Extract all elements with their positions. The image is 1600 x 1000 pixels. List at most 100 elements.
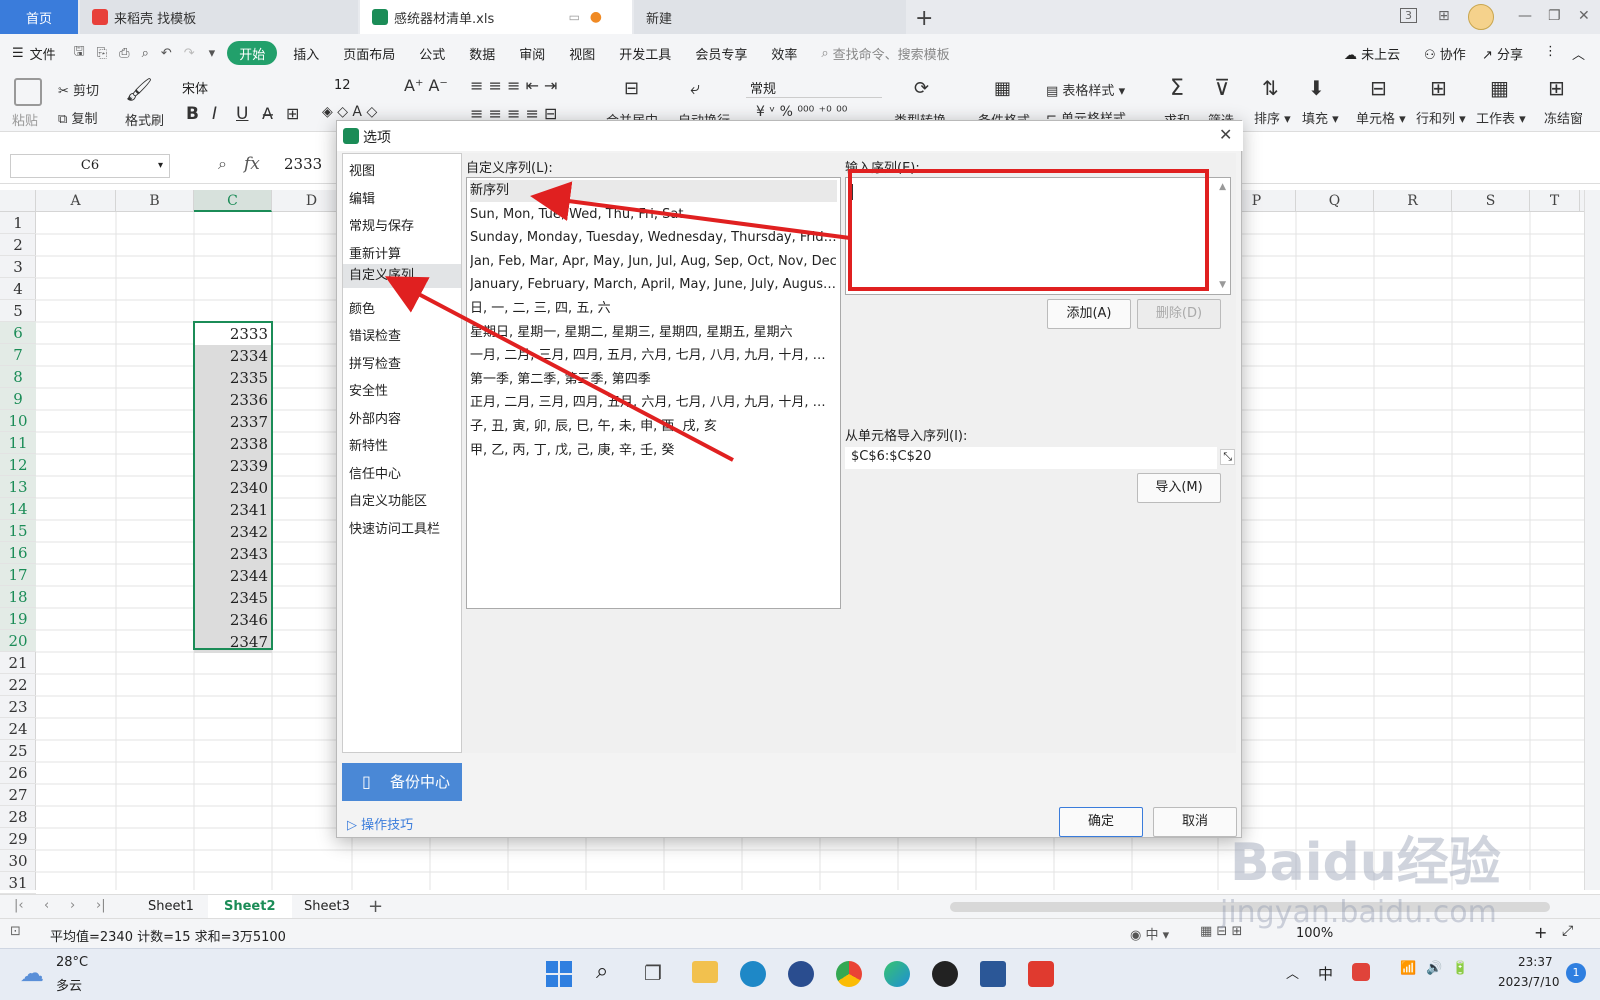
sort-button[interactable]: 排序 ▾ — [1254, 108, 1291, 127]
row-header[interactable]: 11 — [0, 432, 36, 454]
tab-docer-templates[interactable]: 来稻壳 找模板 — [80, 0, 358, 34]
row-header[interactable]: 12 — [0, 454, 36, 476]
column-header-t[interactable]: T — [1530, 190, 1580, 212]
menu-efficiency[interactable]: 效率 — [759, 34, 809, 72]
list-item[interactable]: 子, 丑, 寅, 卯, 辰, 巳, 午, 未, 申, 酉, 戌, 亥 — [470, 416, 837, 438]
column-header-r[interactable]: R — [1374, 190, 1452, 212]
cloud-status[interactable]: ☁ 未上云 — [1344, 44, 1400, 63]
options-nav-item[interactable]: 常规与保存 — [349, 215, 414, 234]
fx-icon[interactable]: fx — [244, 154, 260, 174]
row-header[interactable]: 2 — [0, 234, 36, 256]
menu-file[interactable]: ☰ 文件 — [0, 34, 68, 72]
more-icon[interactable]: ⋮ — [1544, 44, 1557, 59]
options-nav-item[interactable]: 重新计算 — [349, 243, 401, 262]
list-item[interactable]: 正月, 二月, 三月, 四月, 五月, 六月, 七月, 八月, 九月, 十月, … — [470, 392, 837, 414]
grow-font-icon[interactable]: A⁺ A⁻ — [404, 76, 448, 95]
fill-icon[interactable]: ⬇ — [1308, 76, 1325, 100]
row-header[interactable]: 5 — [0, 300, 36, 322]
border-icon[interactable]: ⊞ — [286, 104, 299, 123]
row-header[interactable]: 9 — [0, 388, 36, 410]
sheet-nav-next-icon[interactable]: › — [70, 898, 75, 913]
collab-button[interactable]: ⚇ 协作 — [1424, 44, 1466, 63]
chrome-icon[interactable] — [836, 961, 862, 987]
options-nav-item[interactable]: 拼写检查 — [349, 353, 401, 372]
font-select[interactable]: 宋体 — [178, 76, 328, 98]
menu-page-layout[interactable]: 页面布局 — [331, 34, 407, 72]
paste-icon[interactable] — [14, 78, 42, 106]
avatar[interactable] — [1468, 4, 1494, 30]
tips-link[interactable]: ▷ 操作技巧 — [347, 814, 413, 833]
row-header[interactable]: 10 — [0, 410, 36, 432]
options-nav-item[interactable]: 错误检查 — [349, 325, 401, 344]
wifi-icon[interactable]: 📶 — [1400, 961, 1416, 976]
sheet-tab-2[interactable]: Sheet2 — [208, 895, 292, 919]
add-sheet-icon[interactable]: + — [368, 896, 383, 917]
row-header[interactable]: 3 — [0, 256, 36, 278]
list-item[interactable]: January, February, March, April, May, Ju… — [470, 274, 837, 296]
row-header[interactable]: 26 — [0, 762, 36, 784]
search-icon[interactable]: ⌕ — [596, 959, 608, 984]
menu-home[interactable]: 开始 — [227, 41, 278, 65]
import-range-field[interactable]: $C$6:$C$20 ⤡ — [845, 447, 1235, 469]
weather-cloud-icon[interactable]: ☁ — [20, 959, 44, 987]
menu-view[interactable]: 视图 — [557, 34, 607, 72]
eye-protection-icon[interactable]: ◉ 中 ▾ — [1130, 924, 1169, 943]
restore-icon[interactable]: ❐ — [1548, 8, 1561, 24]
options-nav-item[interactable]: 安全性 — [349, 380, 388, 399]
save-icon[interactable]: 🖫 — [74, 42, 85, 64]
row-header[interactable]: 19 — [0, 608, 36, 630]
wrap-icon[interactable]: ⤶ — [690, 78, 700, 99]
wps-icon[interactable] — [1028, 961, 1054, 987]
row-header[interactable]: 23 — [0, 696, 36, 718]
row-header[interactable]: 29 — [0, 828, 36, 850]
freeze-icon[interactable]: ⊞ — [1548, 76, 1565, 100]
row-header[interactable]: 30 — [0, 850, 36, 872]
row-header[interactable]: 28 — [0, 806, 36, 828]
options-nav-item[interactable]: 颜色 — [349, 298, 375, 317]
menu-data[interactable]: 数据 — [457, 34, 507, 72]
filter-icon[interactable]: ⊽ — [1214, 76, 1230, 101]
row-header[interactable]: 17 — [0, 564, 36, 586]
row-header[interactable]: 18 — [0, 586, 36, 608]
italic-icon[interactable]: I — [212, 104, 217, 124]
row-header[interactable]: 24 — [0, 718, 36, 740]
import-button[interactable]: 导入(M) — [1137, 473, 1221, 503]
table-style-button[interactable]: ▤ 表格样式 ▾ — [1046, 80, 1125, 99]
list-item[interactable]: 第一季, 第二季, 第三季, 第四季 — [470, 369, 837, 391]
menu-insert[interactable]: 插入 — [281, 34, 331, 72]
options-nav-item[interactable]: 编辑 — [349, 188, 375, 207]
qq-icon[interactable] — [932, 961, 958, 987]
list-item[interactable]: Sun, Mon, Tue, Wed, Thu, Fri, Sat — [470, 204, 837, 226]
menu-review[interactable]: 审阅 — [507, 34, 557, 72]
vertical-scrollbar[interactable] — [1584, 190, 1600, 890]
cell-icon[interactable]: ⊟ — [1370, 76, 1387, 100]
row-header[interactable]: 1 — [0, 212, 36, 234]
bold-icon[interactable]: B — [186, 104, 199, 124]
windows-start-icon[interactable] — [546, 961, 572, 987]
formula-input[interactable]: 2333 — [284, 155, 322, 173]
scroll-down-icon[interactable]: ▼ — [1219, 280, 1226, 290]
grid-view-icon[interactable]: ⊞ — [1438, 8, 1450, 24]
file-explorer-icon[interactable] — [692, 961, 718, 983]
fullscreen-icon[interactable]: ⤢ — [1562, 923, 1573, 939]
row-header[interactable]: 13 — [0, 476, 36, 498]
row-header[interactable]: 31 — [0, 872, 36, 894]
sum-icon[interactable]: Σ — [1170, 76, 1184, 101]
minimize-icon[interactable]: — — [1518, 8, 1532, 24]
number-format-icons[interactable]: ¥ ᵛ % ⁰⁰⁰ ⁺⁰ ⁰⁰ — [756, 104, 847, 120]
task-view-icon[interactable]: ❐ — [644, 961, 662, 985]
list-item[interactable]: 新序列 — [470, 180, 837, 202]
options-nav-item[interactable]: 自定义功能区 — [349, 490, 427, 509]
ime-indicator[interactable]: 中 — [1318, 963, 1333, 984]
sort-icon[interactable]: ⇅ — [1262, 76, 1279, 100]
fill-color-icon[interactable]: ◈ ◇ A ◇ — [322, 104, 377, 120]
sogou-icon[interactable] — [1352, 963, 1370, 981]
copy-button[interactable]: ⧉ 复制 — [58, 108, 97, 127]
print-icon[interactable]: ⎙ — [119, 46, 129, 61]
range-picker-icon[interactable]: ⤡ — [1220, 449, 1235, 465]
list-item[interactable]: 星期日, 星期一, 星期二, 星期三, 星期四, 星期五, 星期六 — [470, 322, 837, 344]
strikethrough-icon[interactable]: A̶ — [262, 104, 273, 123]
cell-button[interactable]: 单元格 ▾ — [1356, 108, 1406, 127]
row-header[interactable]: 8 — [0, 366, 36, 388]
list-item[interactable]: Sunday, Monday, Tuesday, Wednesday, Thur… — [470, 227, 837, 249]
